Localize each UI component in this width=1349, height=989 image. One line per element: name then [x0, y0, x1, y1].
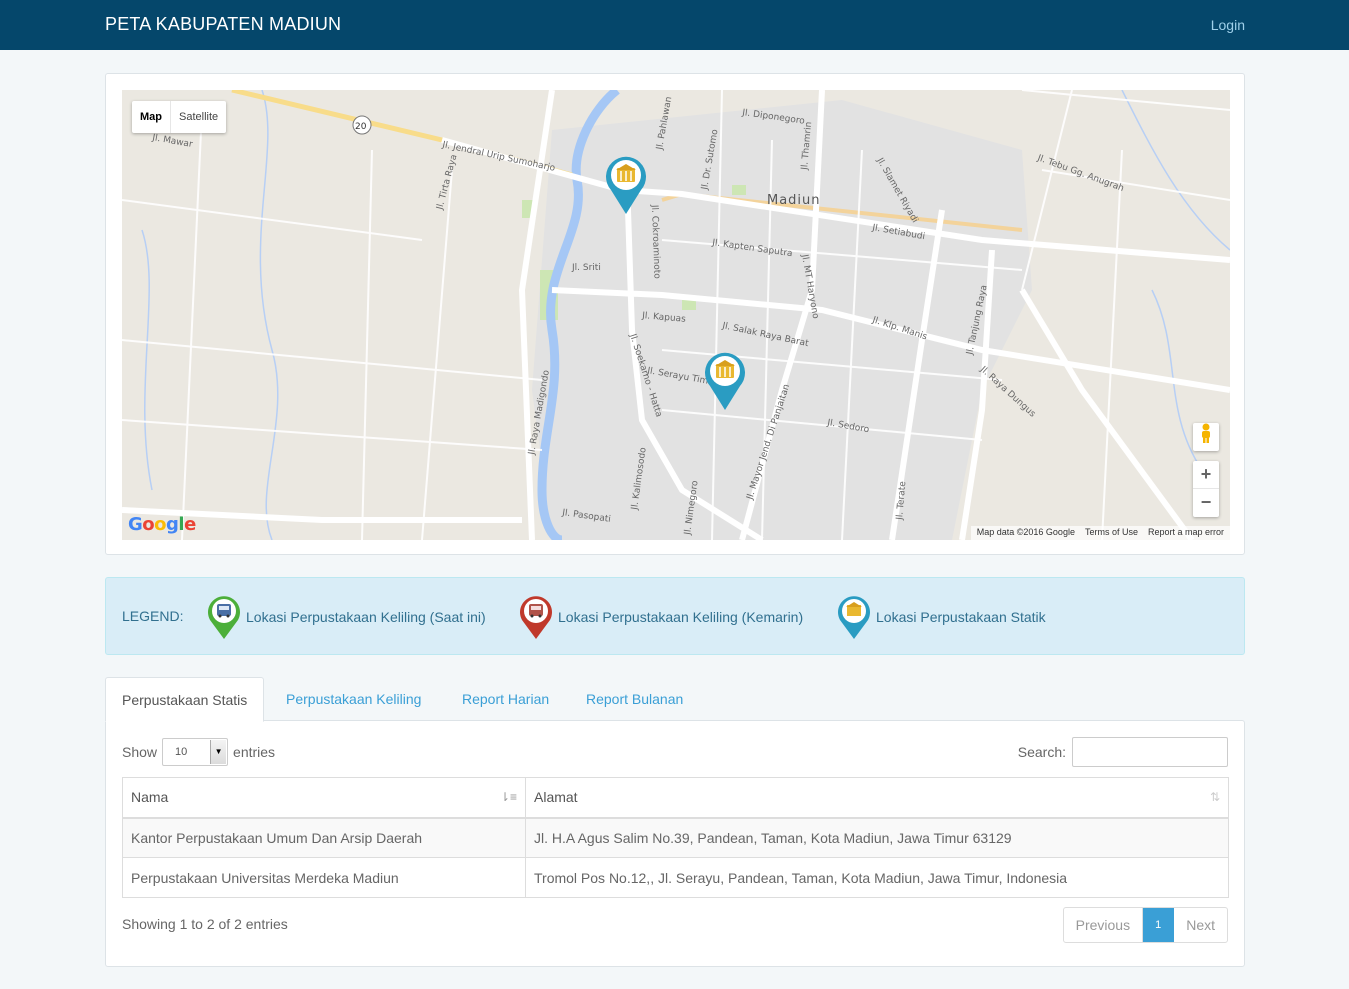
library-marker[interactable] [605, 154, 647, 216]
zoom-out-button[interactable]: − [1193, 489, 1219, 517]
navbar: PETA KABUPATEN MADIUN Login [0, 0, 1349, 50]
library-table: Nama ⇂≡ Alamat ⇅ Kantor Perpustakaan Umu… [122, 777, 1229, 898]
table-row[interactable]: Kantor Perpustakaan Umum Dan Arsip Daera… [122, 817, 1229, 858]
street-label: Jl. Raya Dungus [977, 364, 1037, 420]
search-label: Search: [1017, 744, 1066, 760]
tab-perpustakaan-statis[interactable]: Perpustakaan Statis [105, 677, 265, 722]
report-map-error-link[interactable]: Report a map error [1148, 527, 1224, 539]
legend-title: LEGEND: [122, 608, 184, 624]
sort-icon: ⇅ [1209, 790, 1220, 804]
table-cell-alamat: Tromol Pos No.12,, Jl. Serayu, Pandean, … [525, 857, 1229, 898]
column-header-alamat[interactable]: Alamat ⇅ [525, 777, 1229, 819]
entries-select[interactable]: 10 ▼ [162, 738, 229, 766]
library-marker[interactable] [704, 350, 746, 412]
legend-item-keliling-kemarin: Lokasi Perpustakaan Keliling (Kemarin) [518, 594, 803, 640]
site-brand[interactable]: PETA KABUPATEN MADIUN [105, 14, 341, 35]
pagination: Previous 1 Next [1062, 907, 1228, 943]
table-panel: Show 10 ▼ entries Search: Nama ⇂≡ Alamat… [105, 720, 1245, 967]
entries-select-value: 10 [175, 746, 188, 758]
tab-report-harian[interactable]: Report Harian [446, 677, 565, 721]
street-label: Jl. Mawar [150, 133, 193, 150]
legend-item-statik: Lokasi Perpustakaan Statik [836, 594, 1046, 640]
tab-report-bulanan[interactable]: Report Bulanan [570, 677, 699, 721]
table-cell-nama: Kantor Perpustakaan Umum Dan Arsip Daera… [122, 817, 526, 858]
legend-label: Lokasi Perpustakaan Statik [876, 609, 1046, 625]
table-search: Search: [1018, 737, 1228, 767]
library-pin-icon [838, 596, 870, 639]
zoom-in-button[interactable]: + [1193, 461, 1219, 489]
tab-bar: Perpustakaan Statis Perpustakaan Kelilin… [105, 677, 1245, 722]
previous-page-button[interactable]: Previous [1064, 908, 1144, 942]
map-type-map-button[interactable]: Map [132, 101, 171, 133]
route-shield-label: 20 [355, 122, 367, 132]
street-view-pegman-icon[interactable] [1193, 423, 1219, 451]
google-map[interactable]: Madiun 20 Jl. Jendral Urip Sumoharjo Jl.… [122, 90, 1230, 540]
legend-label: Lokasi Perpustakaan Keliling (Kemarin) [558, 609, 804, 625]
table-cell-alamat: Jl. H.A Agus Salim No.39, Pandean, Taman… [525, 817, 1229, 858]
map-attribution: Map data ©2016 Google Terms of Use Repor… [970, 526, 1230, 540]
legend-panel: LEGEND: Lokasi Perpustakaan Keliling (Sa… [105, 577, 1245, 655]
sort-ascending-icon: ⇂≡ [499, 790, 517, 804]
map-panel: Madiun 20 Jl. Jendral Urip Sumoharjo Jl.… [105, 73, 1245, 555]
map-type-control: Map Satellite [132, 101, 227, 133]
column-header-nama[interactable]: Nama ⇂≡ [122, 777, 526, 819]
zoom-control: + − [1193, 461, 1219, 517]
next-page-button[interactable]: Next [1174, 908, 1227, 942]
bus-pin-icon [208, 596, 240, 639]
map-data-credit: Map data ©2016 Google [976, 527, 1075, 537]
map-tiles: Madiun 20 Jl. Jendral Urip Sumoharjo Jl.… [122, 90, 1230, 540]
legend-item-keliling-saat-ini: Lokasi Perpustakaan Keliling (Saat ini) [206, 594, 486, 640]
bus-pin-icon [520, 596, 552, 639]
show-label: Show [122, 744, 158, 760]
street-label: Jl. Tirta Raya [435, 153, 460, 211]
chevron-down-icon: ▼ [210, 740, 227, 764]
legend-label: Lokasi Perpustakaan Keliling (Saat ini) [246, 609, 486, 625]
map-pin-icon [705, 352, 745, 410]
entries-length-control: Show 10 ▼ entries [122, 737, 275, 767]
map-pin-icon [606, 156, 646, 214]
terms-of-use-link[interactable]: Terms of Use [1085, 527, 1138, 539]
table-row[interactable]: Perpustakaan Universitas Merdeka Madiun … [122, 857, 1229, 898]
map-type-satellite-button[interactable]: Satellite [171, 101, 226, 133]
google-logo[interactable]: Google [128, 514, 196, 535]
login-link[interactable]: Login [1211, 17, 1245, 33]
search-input[interactable] [1072, 737, 1228, 767]
table-cell-nama: Perpustakaan Universitas Merdeka Madiun [122, 857, 526, 898]
city-label: Madiun [767, 193, 821, 208]
street-label: Jl. Sriti [571, 263, 601, 273]
entries-label: entries [233, 744, 276, 760]
page-1-button[interactable]: 1 [1143, 908, 1175, 942]
tab-perpustakaan-keliling[interactable]: Perpustakaan Keliling [270, 677, 437, 721]
table-info: Showing 1 to 2 of 2 entries [122, 916, 288, 932]
